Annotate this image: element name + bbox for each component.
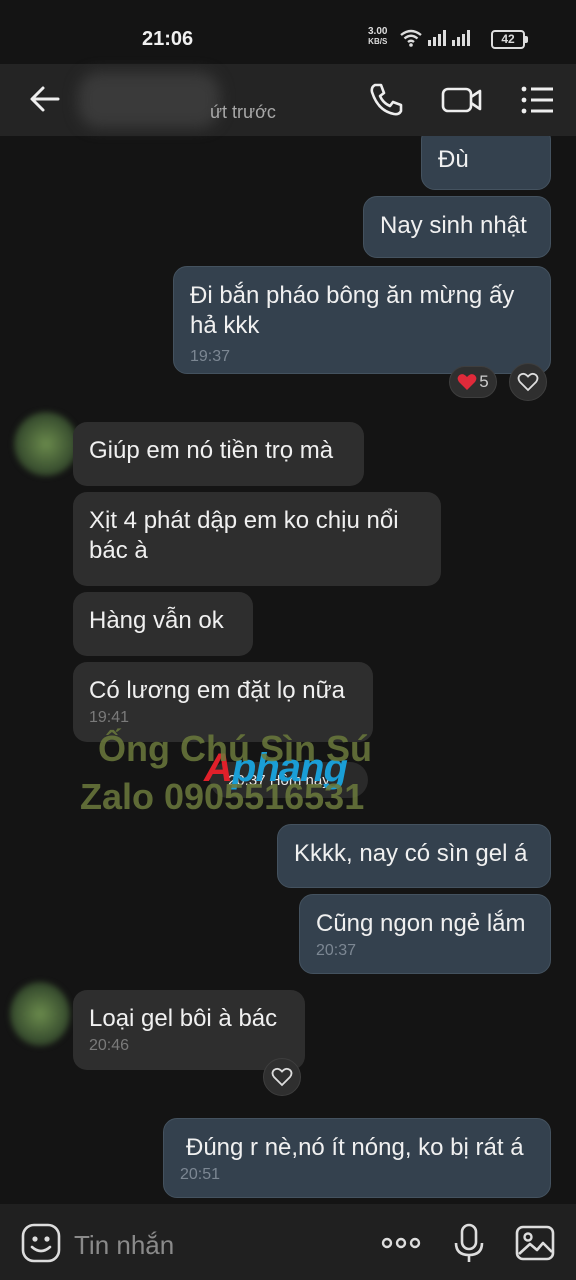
message-bubble-incoming[interactable]: Hàng vẫn ok	[73, 592, 253, 656]
message-input[interactable]: Tin nhắn	[74, 1230, 174, 1261]
reaction-badge[interactable]: 5	[449, 366, 497, 398]
battery-icon: 42	[491, 30, 528, 49]
status-time: 21:06	[142, 28, 194, 50]
message-text: Cũng ngon ngẻ lắm	[316, 910, 526, 937]
image-gallery-icon[interactable]	[514, 1222, 556, 1264]
network-speed: 3.00 KB/S	[368, 27, 387, 47]
status-bar: 21:06 3.00 KB/S 42	[0, 0, 576, 64]
message-bubble-outgoing[interactable]: Đi bắn pháo bông ăn mừng ấy hả kkk 19:37	[173, 266, 551, 374]
contact-name-blurred[interactable]	[78, 72, 220, 128]
react-heart-button[interactable]	[509, 363, 547, 401]
status-icons	[400, 27, 470, 49]
message-text: Giúp em nó tiền trọ mà	[89, 437, 334, 464]
emoji-sticker-icon[interactable]	[20, 1222, 62, 1264]
reaction-count: 5	[479, 372, 489, 391]
message-bubble-outgoing[interactable]: Nay sinh nhật	[363, 196, 551, 258]
message-time: 20:37	[316, 942, 357, 959]
video-call-icon[interactable]	[440, 80, 484, 120]
message-time: 20:51	[180, 1166, 221, 1183]
message-text: Có lương em đặt lọ nữa	[89, 677, 345, 704]
message-time: 19:41	[89, 709, 130, 726]
message-list[interactable]: Đù Nay sinh nhật Đi bắn pháo bông ăn mừn…	[0, 136, 576, 1204]
network-speed-value: 3.00	[368, 26, 388, 37]
message-bubble-incoming[interactable]: Xịt 4 phát dập em ko chịu nổi bác à	[73, 492, 441, 586]
last-seen-status: ứt trước	[210, 102, 276, 122]
message-bubble-incoming[interactable]: Loại gel bôi à bác 20:46	[73, 990, 305, 1070]
message-input-bar: Tin nhắn	[0, 1204, 576, 1280]
message-text: Đi bắn pháo bông ăn mừng ấy hả kkk	[190, 282, 515, 339]
react-heart-button[interactable]	[263, 1058, 301, 1096]
message-text: Đù	[438, 146, 469, 173]
heart-outline-icon	[517, 372, 539, 392]
message-bubble-incoming[interactable]: Giúp em nó tiền trọ mà	[73, 422, 364, 486]
watermark-line-1: Ống Chú Sìn Sú	[98, 728, 372, 769]
message-time: 20:46	[89, 1037, 130, 1054]
contact-avatar[interactable]	[10, 982, 70, 1046]
watermark-line-2: Zalo 0905516531	[80, 776, 365, 817]
contact-avatar[interactable]	[14, 412, 78, 476]
message-text: Xịt 4 phát dập em ko chịu nổi bác à	[89, 507, 399, 564]
message-bubble-outgoing[interactable]: Kkkk, nay có sìn gel á	[277, 824, 551, 888]
wifi-icon	[400, 29, 422, 47]
more-options-icon[interactable]	[380, 1222, 422, 1264]
message-bubble-outgoing[interactable]: Đù	[421, 136, 551, 190]
message-text: Hàng vẫn ok	[89, 607, 224, 634]
message-bubble-outgoing[interactable]: Đúng r nè,nó ít nóng, ko bị rát á 20:51	[163, 1118, 551, 1198]
microphone-icon[interactable]	[448, 1222, 490, 1264]
phone-call-icon[interactable]	[366, 80, 406, 120]
message-text: Kkkk, nay có sìn gel á	[294, 840, 528, 867]
chat-header: ứt trước	[0, 64, 576, 136]
back-arrow-icon[interactable]	[28, 82, 62, 116]
heart-reaction-icon	[457, 374, 477, 390]
message-text: Loại gel bôi à bác	[89, 1005, 278, 1032]
heart-outline-icon	[271, 1067, 293, 1087]
message-bubble-outgoing[interactable]: Cũng ngon ngẻ lắm 20:37	[299, 894, 551, 974]
signal-icon-2	[452, 30, 470, 46]
message-text: Đúng r nè,nó ít nóng, ko bị rát á	[186, 1134, 524, 1161]
network-speed-unit: KB/S	[368, 37, 388, 46]
message-time: 19:37	[190, 348, 231, 365]
signal-icon	[428, 30, 446, 46]
message-text: Nay sinh nhật	[380, 212, 527, 239]
menu-list-icon[interactable]	[518, 80, 558, 120]
